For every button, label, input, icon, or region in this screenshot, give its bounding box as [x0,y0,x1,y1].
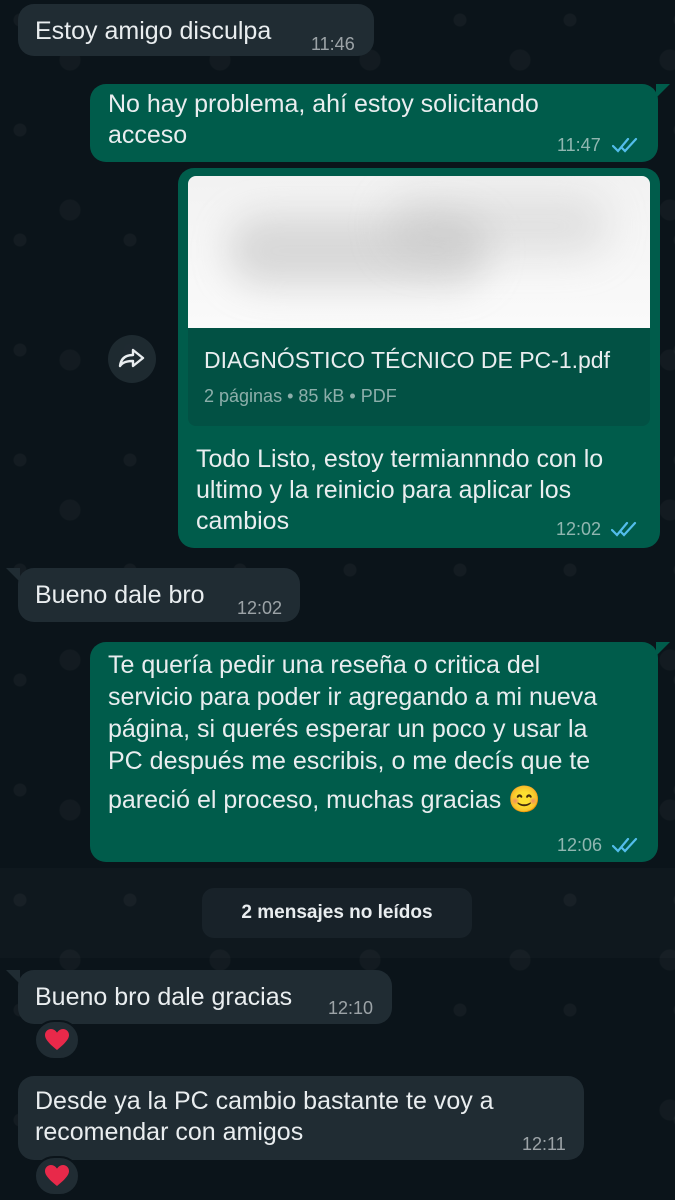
message-time: 12:02 [237,598,283,618]
heart-icon [45,1165,69,1186]
message-time: 12:10 [328,998,374,1018]
message-time: 11:47 [557,135,601,155]
message-text-line: pareció el proceso, muchas gracias 😊 [108,784,541,816]
message-text-segment: pareció el proceso, muchas gracias [108,786,502,814]
message-text-line: Desde ya la PC cambio bastante te voy a [35,1087,494,1115]
message-text: Bueno bro dale gracias [35,983,293,1011]
message-text-line: PC después me escribis, o me decís que t… [108,747,591,775]
heart-icon [45,1029,69,1050]
document-info[interactable]: DIAGNÓSTICO TÉCNICO DE PC-1.pdf 2 página… [188,328,650,426]
message-text-line: recomendar con amigos [35,1118,304,1146]
outgoing-message[interactable]: No hay problema, ahí estoy solicitando a… [90,84,670,162]
message-time: 11:46 [311,34,355,54]
bubble-tail [656,84,670,98]
preview-blur [388,196,608,256]
read-ticks-icon [612,137,638,153]
heart-reaction[interactable] [34,1156,80,1196]
bubble-tail [6,568,20,582]
message-text-line: cambios [196,507,290,535]
message-text-line: Todo Listo, estoy termiannndo con lo [196,445,604,473]
message-text: Estoy amigo disculpa [35,17,272,45]
document-name: DIAGNÓSTICO TÉCNICO DE PC-1.pdf [204,347,610,373]
outgoing-message[interactable]: Te quería pedir una reseña o critica del… [90,642,670,862]
heart-reaction[interactable] [34,1020,80,1060]
message-text: Bueno dale bro [35,581,205,609]
message-text-line: página, si querés esperar un poco y usar… [108,715,588,743]
incoming-message[interactable]: Desde ya la PC cambio bastante te voy a … [18,1076,584,1160]
unread-messages-divider: 2 mensajes no leídos [202,888,472,938]
message-text-line: servicio para poder ir agregando a mi nu… [108,683,598,711]
message-text-line: ultimo y la reinicio para aplicar los [196,476,572,504]
message-time: 12:11 [522,1134,566,1154]
document-meta: 2 páginas • 85 kB • PDF [204,386,397,406]
bubble-tail [6,970,20,984]
smiling-emoji-icon: 😊 [508,784,541,814]
forward-button[interactable] [108,335,156,383]
read-ticks-icon [612,837,638,853]
incoming-message[interactable]: Bueno dale bro 12:02 [6,568,300,622]
bubble-tail [656,642,670,656]
message-time: 12:02 [556,519,602,539]
message-text-line: acceso [108,121,188,149]
outgoing-document-message[interactable]: DIAGNÓSTICO TÉCNICO DE PC-1.pdf 2 página… [178,168,660,548]
forward-icon [118,348,145,368]
message-text-line: Te quería pedir una reseña o critica del [108,651,541,679]
message-time: 12:06 [557,835,603,855]
read-ticks-icon [611,521,637,537]
incoming-message[interactable]: Estoy amigo disculpa 11:46 [18,4,374,56]
document-preview[interactable] [188,176,650,328]
incoming-message[interactable]: Bueno bro dale gracias 12:10 [6,970,392,1024]
message-text-line: No hay problema, ahí estoy solicitando [108,90,539,118]
